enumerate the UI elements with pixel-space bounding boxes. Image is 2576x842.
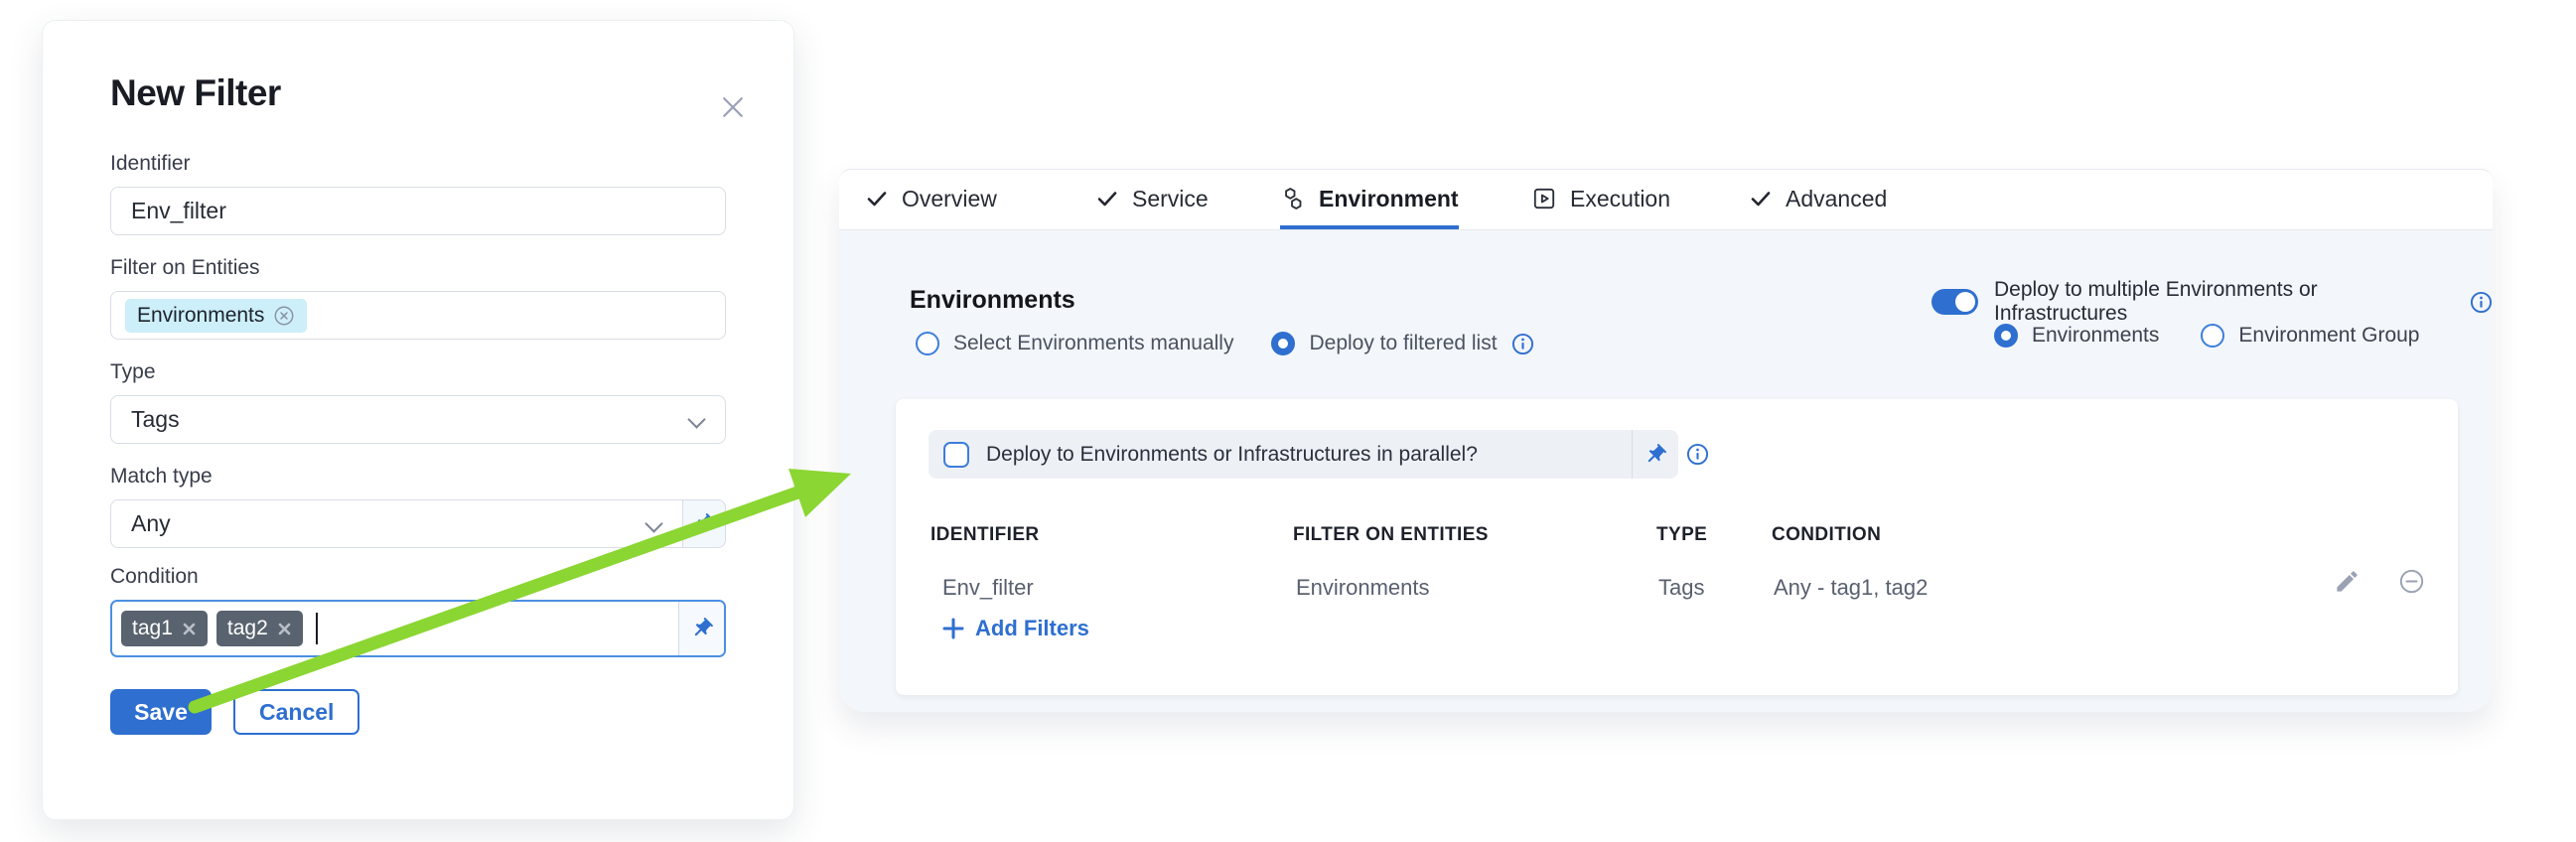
execution-icon xyxy=(1531,186,1557,211)
radio-environment-group[interactable]: Environment Group xyxy=(2201,324,2419,348)
chevron-down-icon xyxy=(687,410,705,428)
radio-label: Select Environments manually xyxy=(953,332,1233,355)
stage-tabbar: Overview Service Environment Execution A… xyxy=(839,169,2493,230)
row-filter-on-entities: Environments xyxy=(1296,575,1430,601)
radio-deploy-to-filtered-list[interactable]: Deploy to filtered list xyxy=(1271,332,1533,355)
radio-label: Deploy to filtered list xyxy=(1309,332,1497,355)
match-type-value: Any xyxy=(131,510,171,537)
environment-group-radios: Environments Environment Group xyxy=(1994,324,2419,348)
column-header: FILTER ON ENTITIES xyxy=(1293,524,1489,546)
parallel-label: Deploy to Environments or Infrastructure… xyxy=(986,443,1632,467)
type-select[interactable]: Tags xyxy=(110,395,726,444)
modal-title: New Filter xyxy=(110,72,281,114)
radio-icon[interactable] xyxy=(1994,324,2018,348)
tab-label: Execution xyxy=(1570,186,1670,212)
check-icon xyxy=(1749,187,1773,210)
new-filter-modal: New Filter Identifier Env_filter Filter … xyxy=(42,20,794,820)
identifier-input[interactable]: Env_filter xyxy=(110,187,726,235)
chip-remove-icon[interactable] xyxy=(273,305,295,327)
entity-chip[interactable]: Environments xyxy=(125,299,307,333)
filters-card: Deploy to Environments or Infrastructure… xyxy=(896,399,2458,695)
text-cursor xyxy=(316,613,318,644)
column-header: CONDITION xyxy=(1772,524,1881,546)
environment-panel: Overview Service Environment Execution A… xyxy=(839,169,2493,712)
radio-icon[interactable] xyxy=(916,332,939,355)
close-icon[interactable] xyxy=(716,90,750,124)
tab-environment[interactable]: Environment xyxy=(1280,170,1459,229)
tab-label: Service xyxy=(1132,186,1209,212)
deploy-multiple-toggle[interactable] xyxy=(1932,289,1978,315)
check-icon xyxy=(1095,187,1119,210)
tab-label: Overview xyxy=(902,186,997,212)
column-header: IDENTIFIER xyxy=(930,524,1040,546)
type-field-group: Type Tags xyxy=(110,360,726,444)
condition-tag-chip[interactable]: tag1 xyxy=(121,611,208,646)
parallel-pin-button[interactable] xyxy=(1633,430,1678,479)
tab-label: Advanced xyxy=(1786,186,1887,212)
edit-icon[interactable] xyxy=(2334,568,2361,595)
radio-icon[interactable] xyxy=(2201,324,2224,348)
chevron-down-icon xyxy=(644,514,662,532)
filter-on-entities-label: Filter on Entities xyxy=(110,256,726,280)
row-identifier: Env_filter xyxy=(942,575,1034,601)
pin-icon xyxy=(687,507,721,541)
entity-chip-label: Environments xyxy=(137,304,264,328)
radio-select-environments-manually[interactable]: Select Environments manually xyxy=(916,332,1233,355)
condition-tag-chip[interactable]: tag2 xyxy=(216,611,303,646)
radio-icon[interactable] xyxy=(1271,332,1295,355)
filter-on-entities-field-group: Filter on Entities Environments xyxy=(110,256,726,340)
tab-execution[interactable]: Execution xyxy=(1531,170,1670,229)
add-filters-label: Add Filters xyxy=(975,616,1089,641)
environment-icon xyxy=(1280,186,1306,211)
condition-field-group: Condition tag1 tag2 xyxy=(110,565,726,657)
filter-on-entities-input[interactable]: Environments xyxy=(110,291,726,340)
info-icon[interactable] xyxy=(1511,333,1534,355)
identifier-value: Env_filter xyxy=(131,198,226,224)
tab-advanced[interactable]: Advanced xyxy=(1749,170,1887,229)
info-icon[interactable] xyxy=(2470,291,2493,314)
tab-overview[interactable]: Overview xyxy=(865,170,997,229)
match-type-label: Match type xyxy=(110,465,726,489)
row-condition: Any - tag1, tag2 xyxy=(1774,575,1928,601)
check-icon xyxy=(865,187,889,210)
info-icon[interactable] xyxy=(1686,443,1709,466)
toggle-label: Deploy to multiple Environments or Infra… xyxy=(1994,278,2454,326)
radio-label: Environment Group xyxy=(2238,324,2419,348)
save-button[interactable]: Save xyxy=(110,689,212,735)
type-value: Tags xyxy=(131,406,180,433)
radio-label: Environments xyxy=(2032,324,2159,348)
identifier-label: Identifier xyxy=(110,152,726,176)
environment-selection-radios: Select Environments manually Deploy to f… xyxy=(916,332,1534,355)
match-type-select[interactable]: Any xyxy=(110,499,682,548)
condition-pin-button[interactable] xyxy=(678,602,724,655)
condition-input[interactable]: tag1 tag2 xyxy=(110,600,726,657)
pin-icon xyxy=(685,612,719,645)
radio-environments[interactable]: Environments xyxy=(1994,324,2159,348)
environments-heading: Environments xyxy=(910,286,1075,315)
row-type: Tags xyxy=(1658,575,1704,601)
parallel-checkbox[interactable] xyxy=(943,442,969,468)
column-header: TYPE xyxy=(1656,524,1707,546)
plus-icon xyxy=(942,618,964,639)
identifier-field-group: Identifier Env_filter xyxy=(110,152,726,235)
condition-label: Condition xyxy=(110,565,726,589)
cancel-button[interactable]: Cancel xyxy=(233,689,359,735)
type-label: Type xyxy=(110,360,726,384)
add-filters-button[interactable]: Add Filters xyxy=(942,616,1089,641)
tab-label: Environment xyxy=(1319,186,1459,212)
chip-remove-icon[interactable] xyxy=(182,622,197,636)
parallel-deploy-bar: Deploy to Environments or Infrastructure… xyxy=(929,430,1678,479)
remove-icon[interactable] xyxy=(2398,568,2425,595)
condition-tag-label: tag2 xyxy=(227,617,268,640)
chip-remove-icon[interactable] xyxy=(277,622,292,636)
tab-service[interactable]: Service xyxy=(1095,170,1209,229)
condition-tag-label: tag1 xyxy=(132,617,173,640)
match-type-field-group: Match type Any xyxy=(110,465,726,548)
pin-icon xyxy=(1639,438,1672,472)
match-type-pin-button[interactable] xyxy=(682,499,726,548)
multi-environment-toggle-row: Deploy to multiple Environments or Infra… xyxy=(1932,278,2493,326)
page: New Filter Identifier Env_filter Filter … xyxy=(0,0,2576,842)
